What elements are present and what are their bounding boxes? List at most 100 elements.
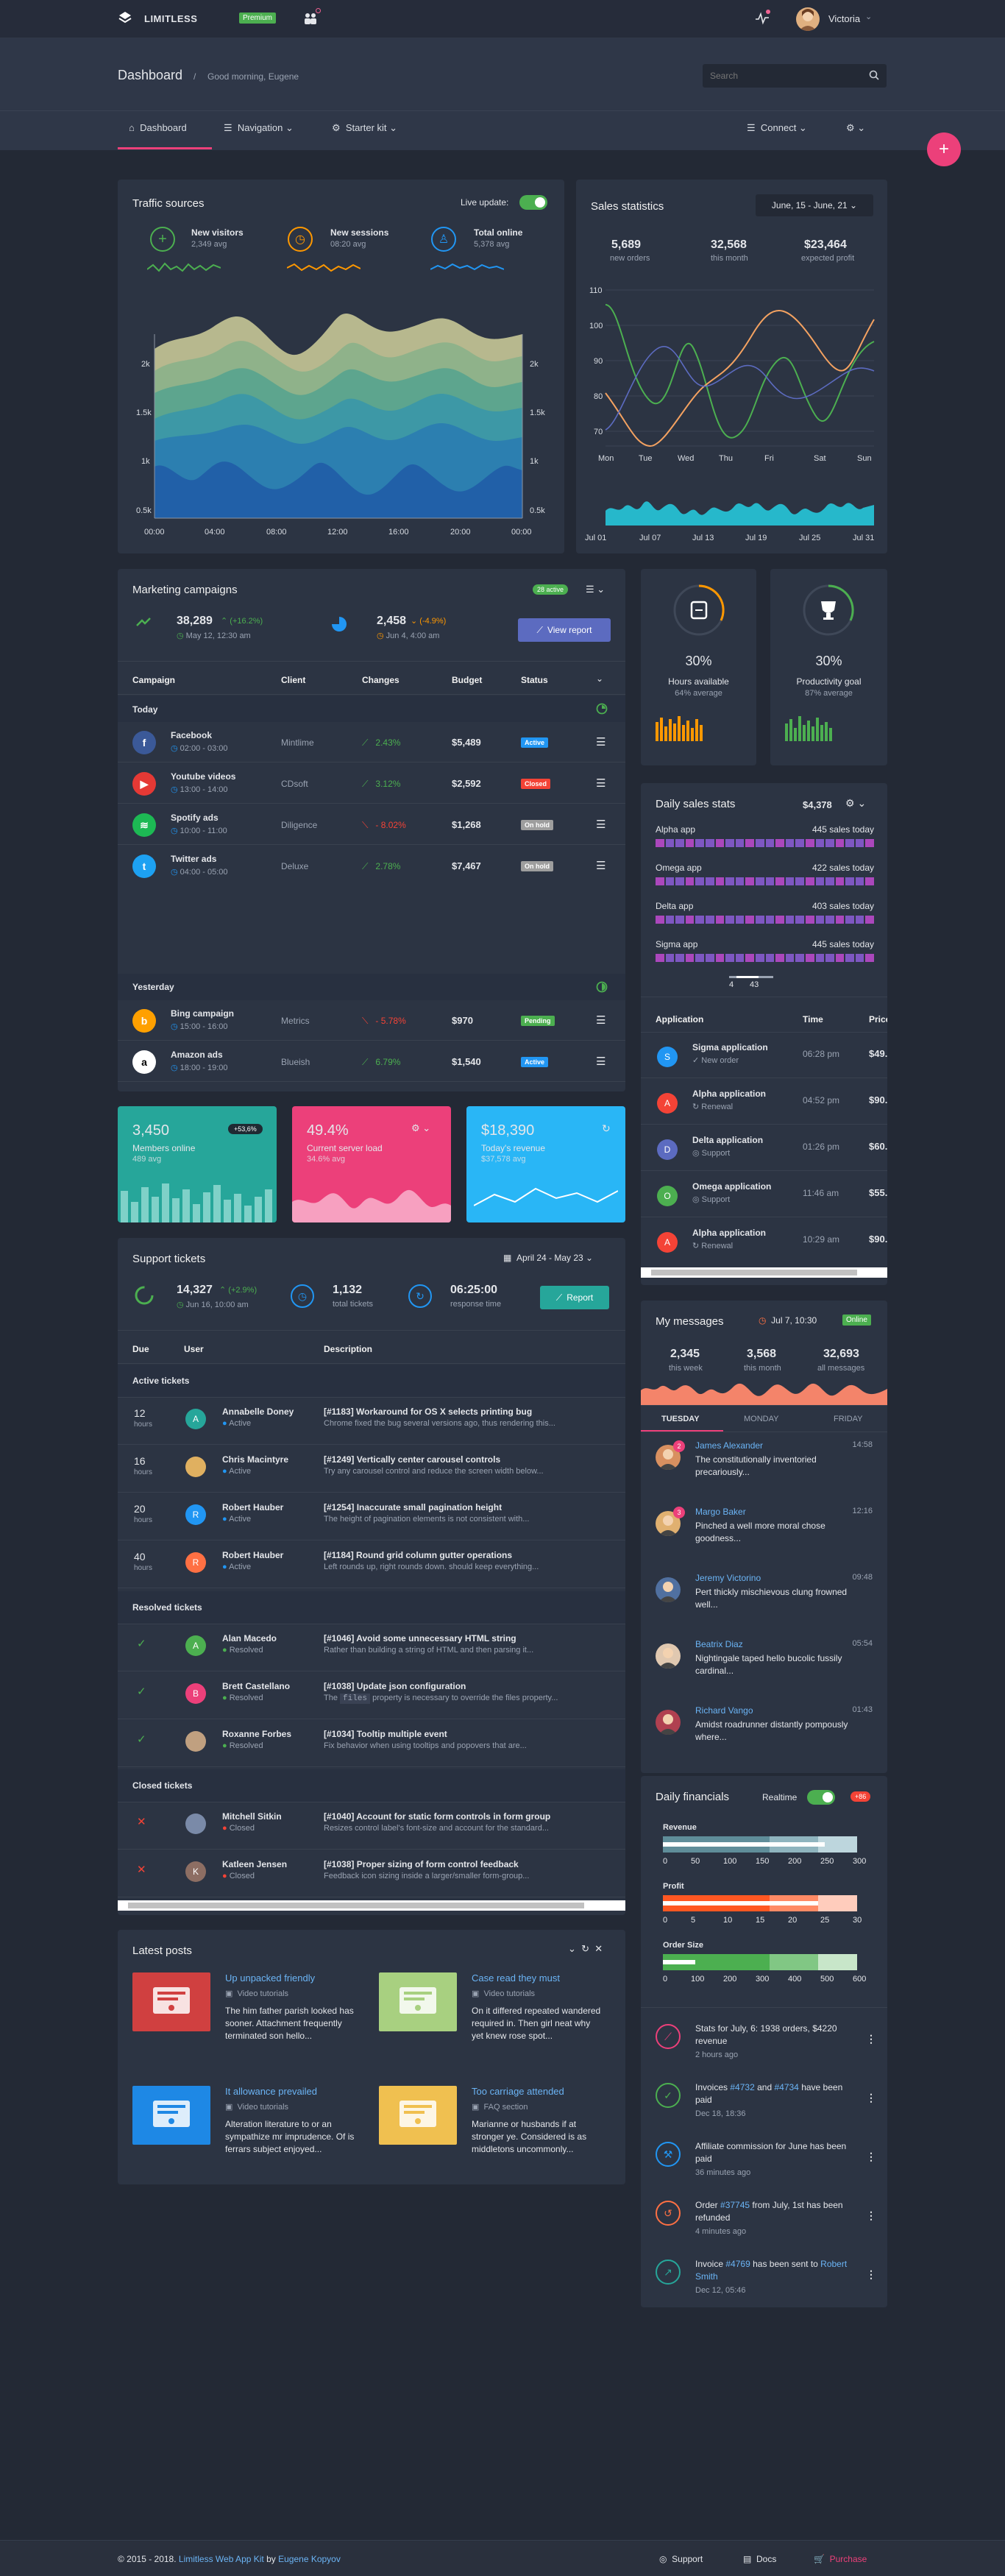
date-range-button[interactable]: June, 15 - June, 21 ⌄ <box>756 194 873 216</box>
settings-dropdown-icon[interactable]: ⚙ ⌄ <box>845 797 866 810</box>
sender-name[interactable]: James Alexander <box>695 1440 763 1451</box>
brand-name[interactable]: LIMITLESS <box>144 13 197 24</box>
col-status[interactable]: Status <box>521 675 548 685</box>
ticket-title[interactable]: [#1183] Workaround for OS X selects prin… <box>324 1406 532 1417</box>
post-thumbnail[interactable] <box>379 1972 457 2031</box>
campaign-name[interactable]: Amazon ads <box>171 1050 223 1060</box>
feed-link[interactable]: #37745 <box>720 2200 750 2210</box>
feed-link[interactable]: #4734 <box>774 2082 798 2092</box>
ticket-user[interactable]: Robert Hauber <box>222 1550 283 1560</box>
sender-name[interactable]: Beatrix Diaz <box>695 1639 743 1649</box>
col-price[interactable]: Price <box>869 1014 887 1025</box>
more-vertical-icon[interactable]: ⋮ <box>866 2209 876 2222</box>
ticket-title[interactable]: [#1034] Tooltip multiple event <box>324 1729 447 1739</box>
post-category[interactable]: ▣ Video tutorials <box>225 1989 288 1998</box>
ticket-user[interactable]: Katleen Jensen <box>222 1859 287 1869</box>
brand-logo-icon[interactable] <box>118 11 132 24</box>
application-name[interactable]: Omega application <box>692 1181 771 1192</box>
day-tab-monday[interactable]: MONDAY <box>744 1415 778 1423</box>
col-budget[interactable]: Budget <box>452 675 482 685</box>
col-client[interactable]: Client <box>281 675 305 685</box>
ticket-title[interactable]: [#1038] Proper sizing of form control fe… <box>324 1859 519 1869</box>
settings-dropdown-icon[interactable]: ⚙ ⌄ <box>411 1122 430 1134</box>
row-menu-icon[interactable]: ☰ <box>596 818 606 831</box>
horizontal-scrollbar[interactable] <box>641 1267 887 1278</box>
sender-name[interactable]: Jeremy Victorino <box>695 1573 761 1583</box>
ticket-user[interactable]: Mitchell Sitkin <box>222 1811 282 1822</box>
col-campaign[interactable]: Campaign <box>132 675 175 685</box>
ticket-user[interactable]: Alan Macedo <box>222 1633 277 1643</box>
post-title[interactable]: Too carriage attended <box>472 2086 564 2097</box>
tab-navigation[interactable]: ☰ Navigation ⌄ <box>224 122 294 134</box>
more-vertical-icon[interactable]: ⋮ <box>866 2092 876 2104</box>
more-vertical-icon[interactable]: ⋮ <box>866 2151 876 2163</box>
ticket-title[interactable]: [#1038] Update json configuration <box>324 1681 466 1691</box>
user-name[interactable]: Victoria <box>828 13 860 24</box>
ticket-user[interactable]: Roxanne Forbes <box>222 1729 291 1739</box>
day-tab-friday[interactable]: FRIDAY <box>834 1415 863 1423</box>
user-avatar[interactable] <box>796 7 820 31</box>
realtime-toggle[interactable] <box>807 1790 835 1805</box>
post-thumbnail[interactable] <box>132 2086 210 2145</box>
post-thumbnail[interactable] <box>132 1972 210 2031</box>
refresh-icon[interactable]: ↻ <box>602 1122 611 1135</box>
row-menu-icon[interactable]: ☰ <box>596 1013 606 1027</box>
purchase-link[interactable]: 🛒 Purchase <box>814 2554 867 2564</box>
campaign-name[interactable]: Facebook <box>171 730 212 740</box>
campaign-name[interactable]: Bing campaign <box>171 1008 234 1019</box>
ticket-user[interactable]: Robert Hauber <box>222 1502 283 1512</box>
row-menu-icon[interactable]: ☰ <box>596 1055 606 1068</box>
application-name[interactable]: Alpha application <box>692 1089 766 1099</box>
application-name[interactable]: Sigma application <box>692 1042 768 1052</box>
more-vertical-icon[interactable]: ⋮ <box>866 2033 876 2045</box>
reload-icon[interactable]: ↻ <box>581 1943 589 1954</box>
settings-menu[interactable]: ⚙ ⌄ <box>846 122 865 134</box>
pulse-icon[interactable] <box>755 10 770 25</box>
post-title[interactable]: It allowance prevailed <box>225 2086 317 2097</box>
tab-dashboard[interactable]: ⌂ Dashboard <box>129 122 187 133</box>
campaign-name[interactable]: Youtube videos <box>171 771 235 782</box>
row-menu-icon[interactable]: ☰ <box>596 735 606 749</box>
search-box[interactable] <box>703 64 887 88</box>
col-user[interactable]: User <box>184 1344 204 1354</box>
refresh-pie-icon[interactable] <box>596 703 608 717</box>
campaigns-menu-icon[interactable]: ☰ ⌄ <box>586 584 605 595</box>
footer-brand-link[interactable]: Limitless Web App Kit <box>179 2554 264 2564</box>
sender-avatar[interactable] <box>656 1643 681 1669</box>
application-name[interactable]: Delta application <box>692 1135 763 1145</box>
ticket-title[interactable]: [#1040] Account for static form controls… <box>324 1811 550 1822</box>
docs-link[interactable]: ▤ Docs <box>743 2554 776 2564</box>
support-date-range[interactable]: ▦ April 24 - May 23 ⌄ <box>503 1253 593 1263</box>
close-icon[interactable]: ✕ <box>594 1943 603 1954</box>
sender-name[interactable]: Margo Baker <box>695 1507 746 1517</box>
users-icon[interactable] <box>303 8 321 25</box>
footer-author-link[interactable]: Eugene Kopyov <box>278 2554 341 2564</box>
col-due[interactable]: Due <box>132 1344 149 1354</box>
col-time[interactable]: Time <box>803 1014 823 1025</box>
ticket-title[interactable]: [#1184] Round grid column gutter operati… <box>324 1550 512 1560</box>
post-category[interactable]: ▣ Video tutorials <box>225 2102 288 2112</box>
report-button[interactable]: ⟋ Report <box>540 1286 609 1309</box>
row-menu-icon[interactable]: ☰ <box>596 859 606 872</box>
search-input[interactable] <box>710 64 857 88</box>
chevron-down-icon[interactable]: ⌄ <box>596 673 603 684</box>
post-thumbnail[interactable] <box>379 2086 457 2145</box>
live-update-toggle[interactable] <box>519 195 547 210</box>
posts-controls[interactable]: ⌄ ↻ ✕ <box>568 1943 603 1955</box>
tab-connect[interactable]: ☰ Connect ⌄ <box>747 122 807 134</box>
col-changes[interactable]: Changes <box>362 675 399 685</box>
sender-name[interactable]: Richard Vango <box>695 1705 753 1716</box>
ticket-title[interactable]: [#1046] Avoid some unnecessary HTML stri… <box>324 1633 516 1643</box>
chevron-down-icon[interactable]: ⌄ <box>865 12 872 21</box>
more-vertical-icon[interactable]: ⋮ <box>866 2268 876 2281</box>
refresh-pie-icon[interactable] <box>596 981 608 995</box>
ticket-title[interactable]: [#1249] Vertically center carousel contr… <box>324 1454 500 1465</box>
sender-avatar[interactable] <box>656 1577 681 1602</box>
row-menu-icon[interactable]: ☰ <box>596 776 606 790</box>
tab-starter-kit[interactable]: ⚙ Starter kit ⌄ <box>332 122 397 134</box>
add-fab-button[interactable]: + <box>927 132 961 166</box>
sender-avatar[interactable] <box>656 1710 681 1735</box>
campaign-name[interactable]: Twitter ads <box>171 854 216 864</box>
ticket-title[interactable]: [#1254] Inaccurate small pagination heig… <box>324 1502 502 1512</box>
post-category[interactable]: ▣ FAQ section <box>472 2102 528 2112</box>
